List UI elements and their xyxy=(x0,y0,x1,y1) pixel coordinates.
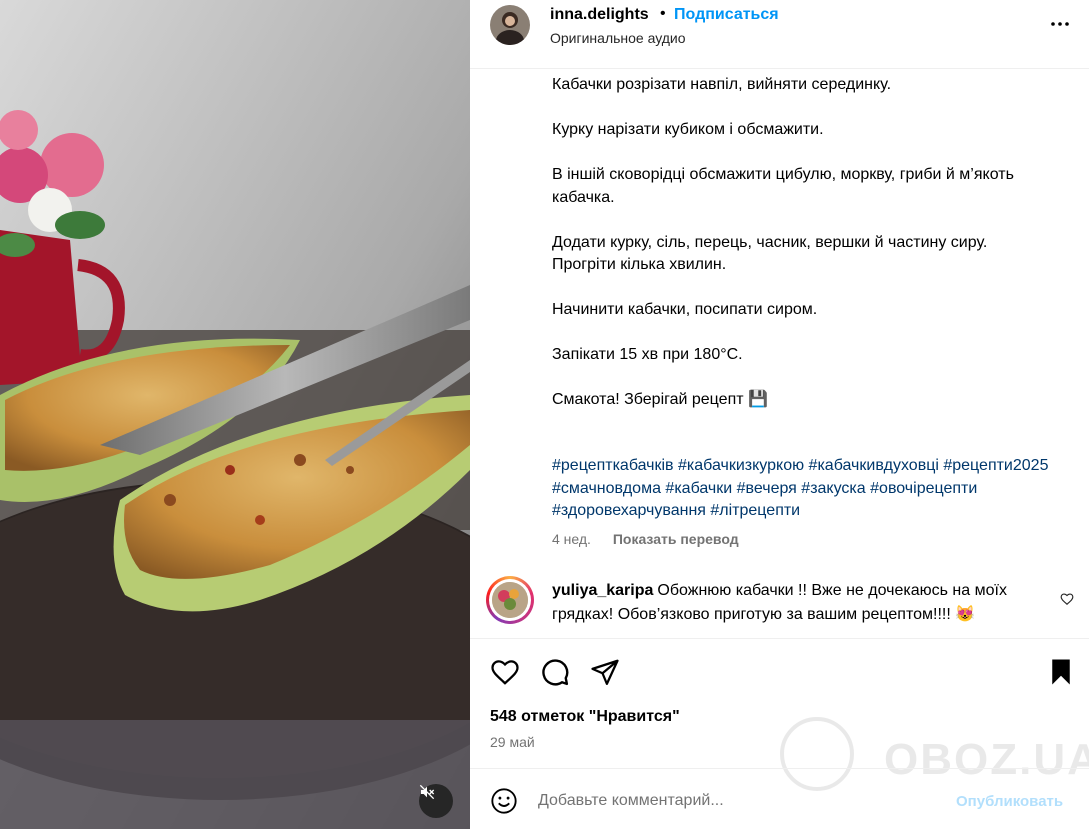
commenter-username[interactable]: yuliya_karipa xyxy=(552,582,653,599)
likes-count[interactable]: 548 отметок "Нравится" xyxy=(490,708,680,726)
comment-item: yuliya_karipa Обожнюю кабачки !! Вже не д… xyxy=(470,572,1089,638)
caption-line: Запікати 15 хв при 180°C. xyxy=(552,346,743,363)
post-header: inna.delights • Подписаться Оригинальное… xyxy=(470,0,1089,69)
share-icon[interactable] xyxy=(590,657,620,687)
caption-line: Кабачки розрізати навпіл, вийняти середи… xyxy=(552,76,892,93)
post-actions xyxy=(470,638,1089,699)
add-comment-bar: Опубликовать xyxy=(470,768,1089,830)
caption-line: В іншій сковорідці обсмажити цибулю, мор… xyxy=(552,166,1014,206)
follow-button[interactable]: Подписаться xyxy=(674,6,779,24)
bookmark-icon[interactable] xyxy=(1046,657,1076,687)
post-age: 4 нед. xyxy=(552,531,591,547)
media-image xyxy=(0,0,470,829)
volume-off-icon xyxy=(419,784,435,800)
hashtag-link[interactable]: #кабачкизкуркою xyxy=(678,457,804,474)
hashtag-link[interactable]: #овочірецепти xyxy=(870,480,977,497)
hashtag-link[interactable]: #здоровехарчування xyxy=(552,502,706,519)
publish-button[interactable]: Опубликовать xyxy=(956,793,1063,810)
hashtag-link[interactable]: #вечеря xyxy=(737,480,797,497)
caption-line: Смакота! Зберігай рецепт 💾 xyxy=(552,391,768,408)
hashtag-link[interactable]: #кабачки xyxy=(665,480,732,497)
post-date: 29 май xyxy=(490,734,535,750)
author-username[interactable]: inna.delights xyxy=(550,6,649,24)
post-media[interactable] xyxy=(0,0,470,829)
heart-icon[interactable] xyxy=(490,657,520,687)
hashtag-link[interactable]: #кабачкивдуховці xyxy=(809,457,939,474)
caption-line: Курку нарізати кубиком і обсмажити. xyxy=(552,121,824,138)
translate-button[interactable]: Показать перевод xyxy=(613,531,739,547)
comment-icon[interactable] xyxy=(540,657,570,687)
post-caption: Кабачки розрізати навпіл, вийняти середи… xyxy=(552,74,1052,412)
caption-line: Начинити кабачки, посипати сиром. xyxy=(552,301,818,318)
caption-meta: 4 нед. Показать перевод xyxy=(552,531,739,547)
separator-dot: • xyxy=(660,5,666,22)
comment-input[interactable] xyxy=(538,789,918,813)
comment-like-icon[interactable] xyxy=(1060,592,1074,606)
author-avatar[interactable] xyxy=(490,5,530,45)
commenter-avatar[interactable] xyxy=(486,576,534,624)
hashtag-link[interactable]: #рецепткабачків xyxy=(552,457,674,474)
caption-line: Додати курку, сіль, перець, часник, верш… xyxy=(552,233,988,274)
hashtag-link[interactable]: #закуска xyxy=(801,480,865,497)
hashtag-link[interactable]: #смачновдома xyxy=(552,480,661,497)
more-options-icon[interactable] xyxy=(1048,14,1072,34)
comment-body: yuliya_karipa Обожнюю кабачки !! Вже не д… xyxy=(552,579,1032,627)
audio-label[interactable]: Оригинальное аудио xyxy=(550,30,686,46)
hashtag-link[interactable]: #літрецепти xyxy=(710,502,800,519)
emoji-icon[interactable] xyxy=(490,787,518,815)
hashtag-list: #рецепткабачків #кабачкизкуркою #кабачки… xyxy=(552,455,1052,523)
hashtag-link[interactable]: #рецепти2025 xyxy=(943,457,1048,474)
mute-toggle-button[interactable] xyxy=(419,784,453,818)
post-details-panel: inna.delights • Подписаться Оригинальное… xyxy=(470,0,1089,829)
